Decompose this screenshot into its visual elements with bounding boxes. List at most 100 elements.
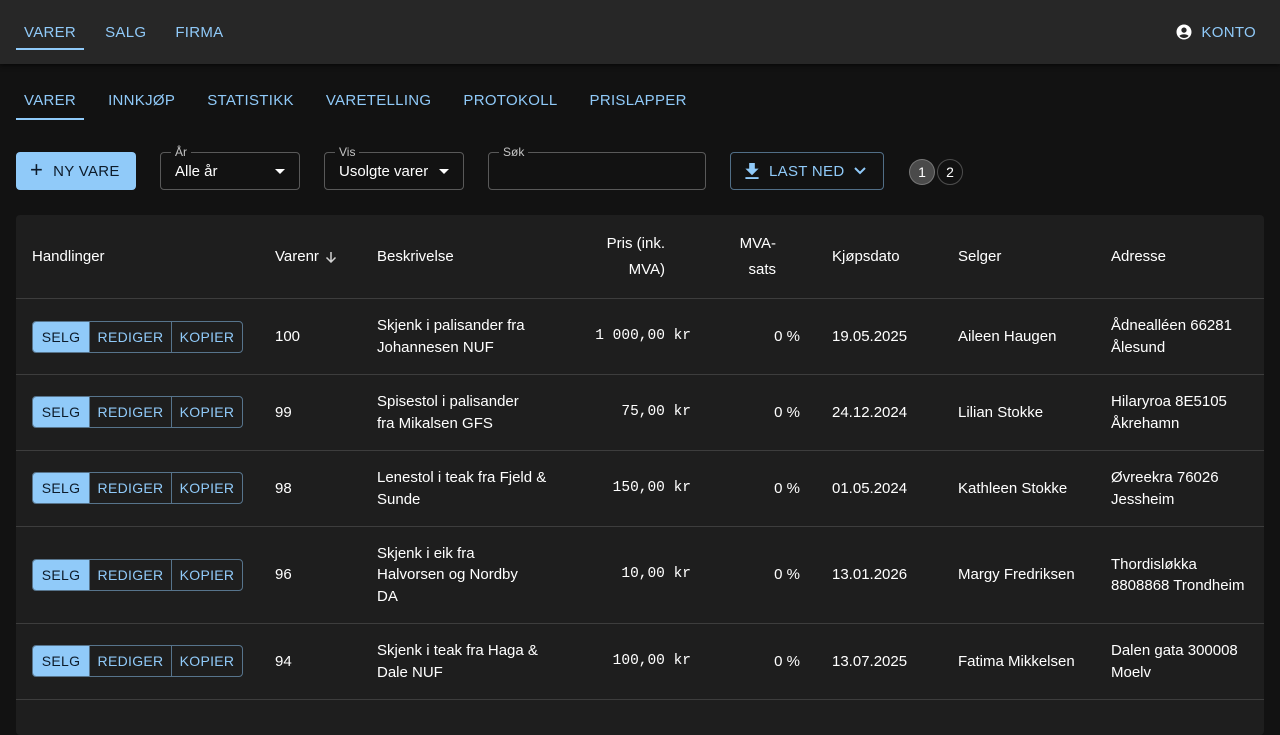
cell-price: 100,00 kr: [612, 652, 691, 669]
row-actions: SELG REDIGER KOPIER: [32, 321, 243, 353]
tab-protokoll[interactable]: PROTOKOLL: [455, 80, 565, 120]
sell-button[interactable]: SELG: [33, 560, 89, 590]
cell-description: Lenestol i teak fra Fjeld & Sunde: [377, 469, 547, 508]
sell-button[interactable]: SELG: [33, 646, 89, 676]
cell-price: 10,00 kr: [621, 566, 691, 583]
download-label: LAST NED: [769, 162, 845, 180]
cell-item-no: 94: [275, 652, 292, 670]
app-bar: VARER SALG FIRMA KONTO: [0, 0, 1280, 64]
chevron-down-icon: [854, 167, 867, 175]
cell-purchase-date: 24.12.2024: [832, 403, 908, 421]
dropdown-arrow-icon: [439, 169, 449, 174]
copy-button[interactable]: KOPIER: [171, 397, 242, 427]
cell-price: 150,00 kr: [612, 479, 691, 496]
nav-item-firma[interactable]: FIRMA: [167, 0, 231, 64]
cell-item-no: 100: [275, 327, 301, 345]
cell-price: 75,00 kr: [621, 403, 691, 420]
cell-vat: 0 %: [774, 403, 800, 421]
show-select-value: Usolgte varer: [339, 163, 429, 180]
cell-item-no: 98: [275, 479, 292, 497]
table-row: SELG REDIGER KOPIER 100 Skjenk i palisan…: [16, 299, 1264, 375]
page-button-1[interactable]: 1: [909, 159, 935, 185]
edit-button[interactable]: REDIGER: [89, 397, 171, 427]
cell-address: Ådnealléen 66281 Ålesund: [1111, 317, 1232, 356]
header-purchase-date: Kjøpsdato: [832, 248, 900, 265]
copy-button[interactable]: KOPIER: [171, 646, 242, 676]
tab-statistikk[interactable]: STATISTIKK: [199, 80, 302, 120]
copy-button[interactable]: KOPIER: [171, 560, 242, 590]
cell-vat: 0 %: [774, 652, 800, 670]
tab-varetelling[interactable]: VARETELLING: [318, 80, 440, 120]
cell-description: Skjenk i teak fra Haga & Dale NUF: [377, 642, 538, 681]
cell-seller: Margy Fredriksen: [958, 566, 1075, 584]
cell-seller: Fatima Mikkelsen: [958, 652, 1075, 670]
cell-purchase-date: 01.05.2024: [832, 479, 908, 497]
account-button[interactable]: KONTO: [1175, 0, 1256, 64]
cell-address: Øvreekra 76026 Jessheim: [1111, 469, 1219, 508]
header-item-no[interactable]: Varenr: [275, 215, 337, 299]
account-label: KONTO: [1201, 23, 1256, 41]
cell-purchase-date: 19.05.2025: [832, 327, 908, 345]
sort-arrow-down-icon: [325, 252, 336, 263]
cell-item-no: 96: [275, 566, 292, 584]
cell-seller: Lilian Stokke: [958, 403, 1044, 421]
search-input[interactable]: [489, 153, 705, 189]
cell-vat: 0 %: [774, 327, 800, 345]
header-description: Beskrivelse: [377, 248, 454, 265]
header-address: Adresse: [1111, 248, 1167, 265]
row-actions: SELG REDIGER KOPIER: [32, 559, 243, 591]
nav-item-salg[interactable]: SALG: [97, 0, 154, 64]
tab-varer[interactable]: VARER: [16, 80, 85, 120]
header-vat: MVA-sats: [739, 235, 776, 278]
header-price: Pris (ink. MVA): [606, 235, 665, 278]
table-row: SELG REDIGER KOPIER 99 Spisestol i palis…: [16, 375, 1264, 451]
download-icon: [745, 163, 759, 179]
sub-tabs: VARER INNKJØP STATISTIKK VARETELLING PRO…: [16, 80, 711, 120]
tab-prislapper[interactable]: PRISLAPPER: [582, 80, 695, 120]
nav-item-varer[interactable]: VARER: [16, 0, 85, 64]
search-field: Søk: [488, 145, 706, 190]
year-select[interactable]: År Alle år: [160, 145, 300, 190]
show-select-label: Vis: [335, 145, 360, 159]
edit-button[interactable]: REDIGER: [89, 473, 171, 503]
new-item-button[interactable]: + NY VARE: [16, 152, 136, 190]
cell-purchase-date: 13.01.2026: [832, 566, 908, 584]
row-actions: SELG REDIGER KOPIER: [32, 645, 243, 677]
cell-vat: 0 %: [774, 566, 800, 584]
main-nav: VARER SALG FIRMA: [16, 0, 244, 64]
pagination: 1 2: [909, 159, 965, 185]
page-button-2[interactable]: 2: [937, 159, 963, 185]
sell-button[interactable]: SELG: [33, 397, 89, 427]
sell-button[interactable]: SELG: [33, 473, 89, 503]
table-header: Handlinger Varenr Beskrivelse Pris (ink.…: [16, 215, 1264, 299]
header-item-no-label: Varenr: [275, 248, 319, 265]
cell-description: Spisestol i palisander fra Mikalsen GFS: [377, 393, 519, 432]
edit-button[interactable]: REDIGER: [89, 646, 171, 676]
year-select-label: År: [171, 145, 191, 159]
edit-button[interactable]: REDIGER: [89, 560, 171, 590]
dropdown-arrow-icon: [275, 169, 285, 174]
download-button[interactable]: LAST NED: [730, 152, 884, 190]
table-row: SELG REDIGER KOPIER 98 Lenestol i teak f…: [16, 451, 1264, 527]
cell-description: Skjenk i eik fra Halvorsen og Nordby DA: [377, 544, 518, 605]
table-row: SELG REDIGER KOPIER 94 Skjenk i teak fra…: [16, 624, 1264, 700]
cell-address: Hilaryroa 8E5105 Åkrehamn: [1111, 393, 1227, 432]
show-select[interactable]: Vis Usolgte varer: [324, 145, 464, 190]
copy-button[interactable]: KOPIER: [171, 473, 242, 503]
cell-address: Dalen gata 300008 Moelv: [1111, 642, 1238, 681]
row-actions: SELG REDIGER KOPIER: [32, 472, 243, 504]
cell-purchase-date: 13.07.2025: [832, 652, 908, 670]
row-actions: SELG REDIGER KOPIER: [32, 396, 243, 428]
year-select-value: Alle år: [175, 163, 218, 180]
account-circle-icon: [1176, 24, 1192, 40]
new-item-label: NY VARE: [53, 162, 120, 180]
items-table: Handlinger Varenr Beskrivelse Pris (ink.…: [16, 215, 1264, 735]
copy-button[interactable]: KOPIER: [171, 322, 242, 352]
tab-innkjop[interactable]: INNKJØP: [100, 80, 183, 120]
cell-seller: Aileen Haugen: [958, 327, 1057, 345]
header-actions: Handlinger: [32, 248, 105, 265]
edit-button[interactable]: REDIGER: [89, 322, 171, 352]
cell-seller: Kathleen Stokke: [958, 479, 1068, 497]
cell-description: Skjenk i palisander fra Johannesen NUF: [377, 317, 525, 356]
sell-button[interactable]: SELG: [33, 322, 89, 352]
